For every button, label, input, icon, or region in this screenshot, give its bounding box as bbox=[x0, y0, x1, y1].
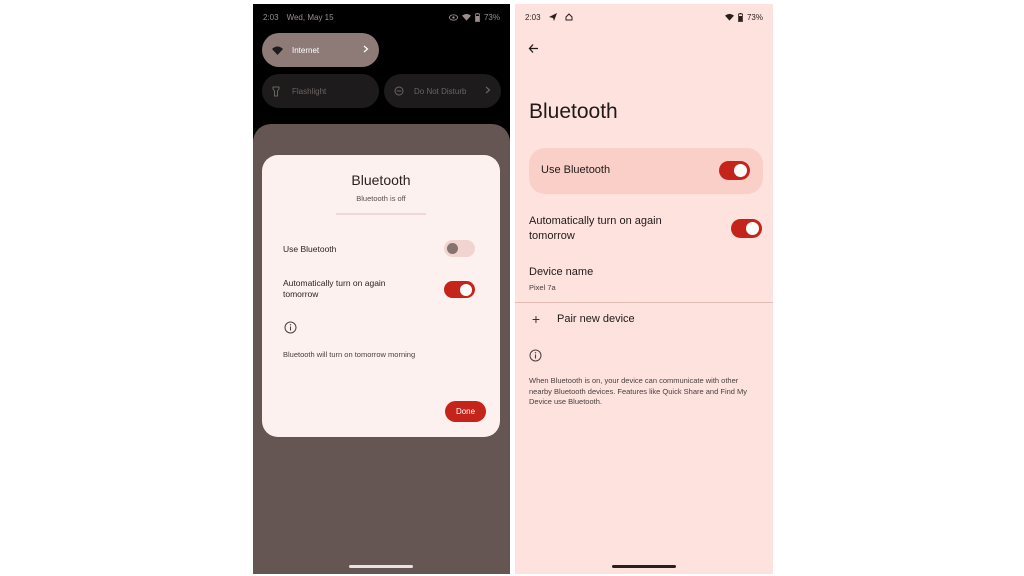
chevron-right-icon bbox=[485, 86, 491, 96]
send-icon bbox=[548, 12, 557, 21]
info-icon bbox=[284, 321, 297, 334]
use-bluetooth-label: Use Bluetooth bbox=[283, 244, 337, 254]
toggle-knob bbox=[746, 222, 759, 235]
auto-turn-on-label: Automatically turn on again tomorrow bbox=[283, 278, 386, 299]
do-not-disturb-icon bbox=[394, 86, 408, 96]
right-phone-screen: 2:03 73% Bluetooth Use Bluetooth Automat… bbox=[515, 4, 773, 574]
status-battery: 73% bbox=[483, 12, 500, 22]
auto-turn-on-toggle[interactable] bbox=[731, 219, 762, 238]
do-not-disturb-tile-label: Do Not Disturb bbox=[414, 86, 467, 96]
battery-icon bbox=[738, 12, 743, 22]
chevron-right-icon bbox=[363, 45, 369, 55]
flashlight-tile-label: Flashlight bbox=[292, 86, 327, 96]
wifi-icon bbox=[461, 13, 471, 21]
status-bar: 2:03 Wed, May 15 73% bbox=[253, 4, 510, 30]
pair-new-device-label: Pair new device bbox=[557, 313, 635, 325]
bluetooth-info-text: When Bluetooth is on, your device can co… bbox=[529, 376, 748, 406]
plus-icon: + bbox=[531, 311, 541, 327]
status-battery: 73% bbox=[746, 12, 763, 22]
do-not-disturb-tile[interactable]: Do Not Disturb bbox=[384, 74, 501, 108]
back-button[interactable] bbox=[525, 40, 541, 56]
use-bluetooth-toggle[interactable] bbox=[719, 161, 750, 180]
dialog-divider bbox=[336, 213, 426, 215]
done-button[interactable]: Done bbox=[445, 401, 486, 422]
flashlight-icon bbox=[272, 86, 286, 97]
auto-turn-on-toggle[interactable] bbox=[444, 281, 475, 298]
toggle-knob bbox=[447, 243, 458, 254]
dialog-info-note: Bluetooth will turn on tomorrow morning bbox=[283, 350, 416, 359]
device-name-label[interactable]: Device name bbox=[529, 266, 593, 278]
pair-new-device-row[interactable]: + Pair new device bbox=[529, 311, 635, 327]
dialog-title: Bluetooth bbox=[351, 172, 411, 188]
toggle-knob bbox=[734, 164, 747, 177]
internet-tile[interactable]: Internet bbox=[262, 33, 379, 67]
wifi-icon bbox=[272, 46, 286, 55]
internet-tile-label: Internet bbox=[292, 45, 320, 55]
device-name-value: Pixel 7a bbox=[529, 283, 556, 292]
flashlight-tile[interactable]: Flashlight bbox=[262, 74, 379, 108]
use-bluetooth-toggle[interactable] bbox=[444, 240, 475, 257]
battery-icon bbox=[475, 12, 480, 22]
home-icon bbox=[565, 12, 573, 20]
eye-icon bbox=[448, 13, 458, 21]
info-icon bbox=[529, 349, 542, 362]
status-time: 2:03 bbox=[263, 12, 279, 22]
use-bluetooth-card[interactable]: Use Bluetooth bbox=[529, 148, 763, 194]
home-indicator[interactable] bbox=[349, 565, 413, 568]
toggle-knob bbox=[460, 283, 472, 296]
bluetooth-dialog: Bluetooth Bluetooth is off Use Bluetooth… bbox=[262, 155, 500, 437]
divider bbox=[515, 302, 773, 303]
wifi-icon bbox=[724, 13, 734, 21]
dialog-subtitle: Bluetooth is off bbox=[356, 194, 406, 203]
use-bluetooth-label: Use Bluetooth bbox=[541, 164, 611, 176]
home-indicator[interactable] bbox=[612, 565, 676, 568]
auto-turn-on-label: Automatically turn on again tomorrow bbox=[529, 215, 662, 242]
status-date: Wed, May 15 bbox=[286, 12, 334, 22]
page-title: Bluetooth bbox=[529, 100, 618, 123]
status-time: 2:03 bbox=[525, 12, 541, 22]
status-bar: 2:03 73% bbox=[515, 4, 773, 30]
comparison-stage: 2:03 Wed, May 15 73% Internet Flashlight… bbox=[0, 0, 1024, 576]
arrow-back-icon bbox=[528, 43, 538, 53]
left-phone-screen: 2:03 Wed, May 15 73% Internet Flashlight… bbox=[253, 4, 510, 574]
